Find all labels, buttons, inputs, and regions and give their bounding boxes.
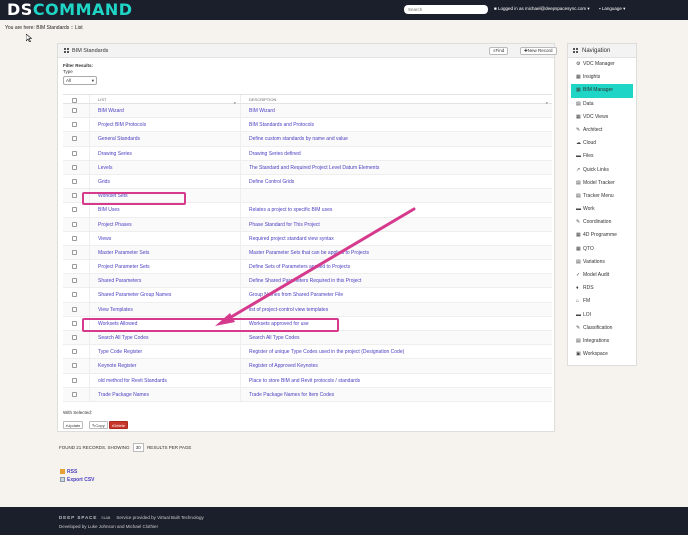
annotation-arrow-icon [215,207,416,326]
